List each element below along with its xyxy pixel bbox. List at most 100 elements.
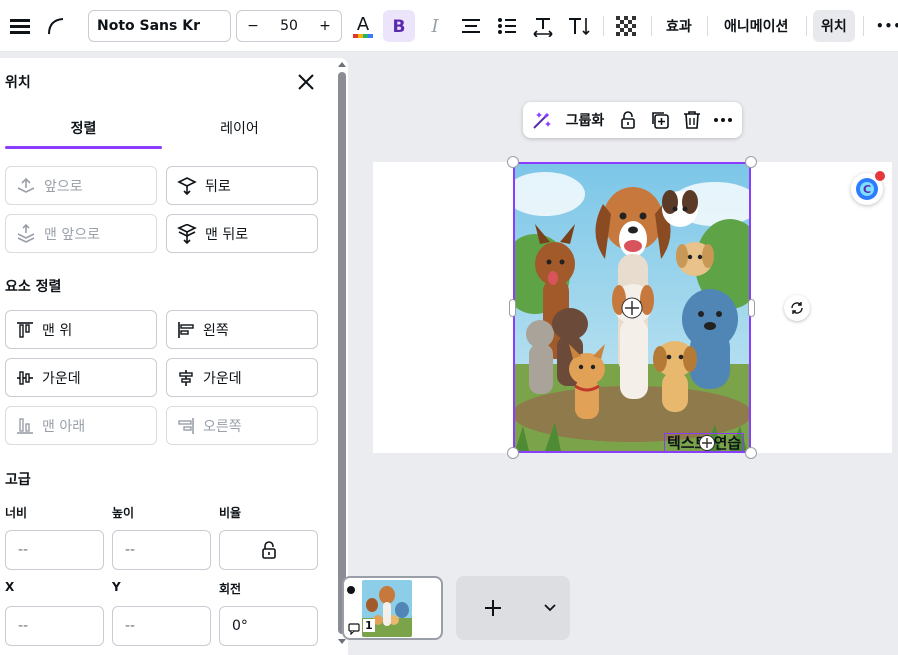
ratio-label: 비율 bbox=[219, 506, 242, 520]
align-section-heading: 요소 정렬 bbox=[5, 279, 62, 295]
letter-spacing-icon[interactable] bbox=[527, 10, 559, 42]
magic-edit-icon[interactable] bbox=[529, 108, 555, 132]
chevron-down-icon[interactable] bbox=[543, 603, 557, 613]
resize-handle-bottom-right[interactable] bbox=[745, 447, 757, 459]
increase-size-button[interactable]: + bbox=[309, 18, 341, 34]
trash-icon[interactable] bbox=[681, 108, 703, 132]
page-number: 1 bbox=[363, 619, 375, 632]
rotation-field[interactable]: 0° bbox=[219, 606, 318, 646]
align-middle-label: 가운데 bbox=[42, 370, 81, 387]
resize-handle-right[interactable] bbox=[748, 299, 755, 317]
align-left-label: 왼쪽 bbox=[203, 322, 229, 339]
element-context-toolbar: 그룹화 bbox=[523, 102, 742, 138]
italic-glyph: I bbox=[431, 15, 439, 37]
group-button[interactable]: 그룹화 bbox=[563, 108, 607, 132]
effects-button[interactable]: 효과 bbox=[658, 10, 700, 42]
panel-title: 위치 bbox=[5, 75, 31, 91]
corner-radius-icon[interactable] bbox=[40, 10, 72, 42]
rotation-label: 회전 bbox=[219, 582, 242, 596]
resize-handle-top-left[interactable] bbox=[507, 156, 519, 168]
backward-icon bbox=[177, 176, 197, 195]
font-size-value[interactable]: 50 bbox=[269, 18, 309, 34]
more-options-button[interactable]: ••• bbox=[868, 10, 898, 42]
transparency-icon[interactable] bbox=[610, 10, 642, 42]
y-label: Y bbox=[112, 580, 121, 594]
resize-handle-bottom-left[interactable] bbox=[507, 447, 519, 459]
bring-to-front-label: 맨 앞으로 bbox=[44, 226, 100, 243]
width-label: 너비 bbox=[5, 506, 28, 520]
align-right-button[interactable]: 오른쪽 bbox=[166, 406, 318, 445]
notification-dot bbox=[875, 171, 885, 181]
position-panel: 위치 정렬 레이어 앞으로 뒤로 맨 앞으로 맨 뒤로 요소 정렬 맨 위 왼쪽… bbox=[0, 58, 348, 655]
backward-label: 뒤로 bbox=[205, 178, 231, 195]
align-center-horizontal-icon bbox=[179, 369, 193, 386]
top-toolbar: Noto Sans Kr − 50 + A B I 효과 애니메이션 위치 •• bbox=[0, 0, 898, 52]
align-top-icon bbox=[17, 321, 33, 338]
forward-icon bbox=[17, 177, 35, 193]
tab-layers[interactable]: 레이어 bbox=[162, 118, 317, 138]
position-button[interactable]: 위치 bbox=[813, 10, 855, 42]
advanced-section-heading: 고급 bbox=[5, 472, 31, 488]
align-top-button[interactable]: 맨 위 bbox=[5, 310, 157, 349]
lock-icon[interactable] bbox=[617, 108, 639, 132]
active-tab-indicator bbox=[5, 146, 162, 149]
send-to-back-button[interactable]: 맨 뒤로 bbox=[166, 214, 318, 253]
dogs-image[interactable] bbox=[513, 162, 751, 453]
menu-icon[interactable] bbox=[4, 10, 36, 42]
align-center-icon[interactable] bbox=[455, 10, 487, 42]
toolbar-divider bbox=[603, 16, 604, 36]
animation-button[interactable]: 애니메이션 bbox=[716, 10, 796, 42]
toolbar-divider bbox=[806, 16, 807, 36]
tab-arrange[interactable]: 정렬 bbox=[6, 118, 161, 138]
resize-handle-top-right[interactable] bbox=[745, 156, 757, 168]
aspect-lock-button[interactable] bbox=[219, 530, 318, 570]
bring-to-front-icon bbox=[17, 223, 35, 243]
width-field[interactable]: -- bbox=[5, 530, 104, 570]
font-family-select[interactable]: Noto Sans Kr bbox=[88, 10, 231, 42]
align-right-icon bbox=[178, 417, 194, 434]
duplicate-icon[interactable] bbox=[649, 108, 671, 132]
send-to-back-label: 맨 뒤로 bbox=[205, 226, 249, 243]
align-bottom-button[interactable]: 맨 아래 bbox=[5, 406, 157, 445]
align-left-icon bbox=[178, 321, 194, 338]
bold-icon[interactable]: B bbox=[383, 10, 415, 42]
lock-icon bbox=[261, 541, 276, 559]
align-top-label: 맨 위 bbox=[42, 322, 73, 339]
backward-button[interactable]: 뒤로 bbox=[166, 166, 318, 205]
toolbar-divider bbox=[651, 16, 652, 36]
y-field[interactable]: -- bbox=[112, 606, 211, 646]
list-icon[interactable] bbox=[491, 10, 523, 42]
bring-to-front-button[interactable]: 맨 앞으로 bbox=[5, 214, 157, 253]
align-center-label: 가운데 bbox=[203, 370, 242, 387]
align-right-label: 오른쪽 bbox=[203, 418, 242, 435]
align-middle-button[interactable]: 가운데 bbox=[5, 358, 157, 397]
svg-text:A: A bbox=[357, 14, 370, 35]
panel-scrollbar[interactable] bbox=[338, 72, 346, 634]
resize-handle-left[interactable] bbox=[509, 299, 516, 317]
add-page-button[interactable] bbox=[456, 576, 570, 640]
text-color-button[interactable]: A bbox=[347, 10, 379, 42]
forward-button[interactable]: 앞으로 bbox=[5, 166, 157, 205]
height-field[interactable]: -- bbox=[112, 530, 211, 570]
scroll-up-icon[interactable] bbox=[337, 60, 347, 68]
align-left-button[interactable]: 왼쪽 bbox=[166, 310, 318, 349]
italic-icon[interactable]: I bbox=[419, 10, 451, 42]
align-middle-icon bbox=[17, 370, 33, 385]
decrease-size-button[interactable]: − bbox=[237, 18, 269, 34]
rotate-icon[interactable] bbox=[784, 295, 810, 321]
x-field[interactable]: -- bbox=[5, 606, 104, 646]
toolbar-divider bbox=[863, 16, 864, 36]
close-icon[interactable] bbox=[294, 70, 318, 94]
align-bottom-label: 맨 아래 bbox=[42, 418, 86, 435]
height-label: 높이 bbox=[112, 506, 135, 520]
toolbar-divider bbox=[707, 16, 708, 36]
comment-icon[interactable] bbox=[348, 620, 360, 639]
align-center-button[interactable]: 가운데 bbox=[166, 358, 318, 397]
move-icon[interactable] bbox=[699, 435, 715, 451]
send-to-back-icon bbox=[177, 223, 197, 244]
text-direction-icon[interactable] bbox=[563, 10, 595, 42]
assistant-icon[interactable]: C bbox=[851, 171, 885, 205]
more-icon[interactable] bbox=[711, 108, 735, 132]
forward-label: 앞으로 bbox=[44, 178, 83, 195]
plus-icon bbox=[485, 600, 501, 616]
